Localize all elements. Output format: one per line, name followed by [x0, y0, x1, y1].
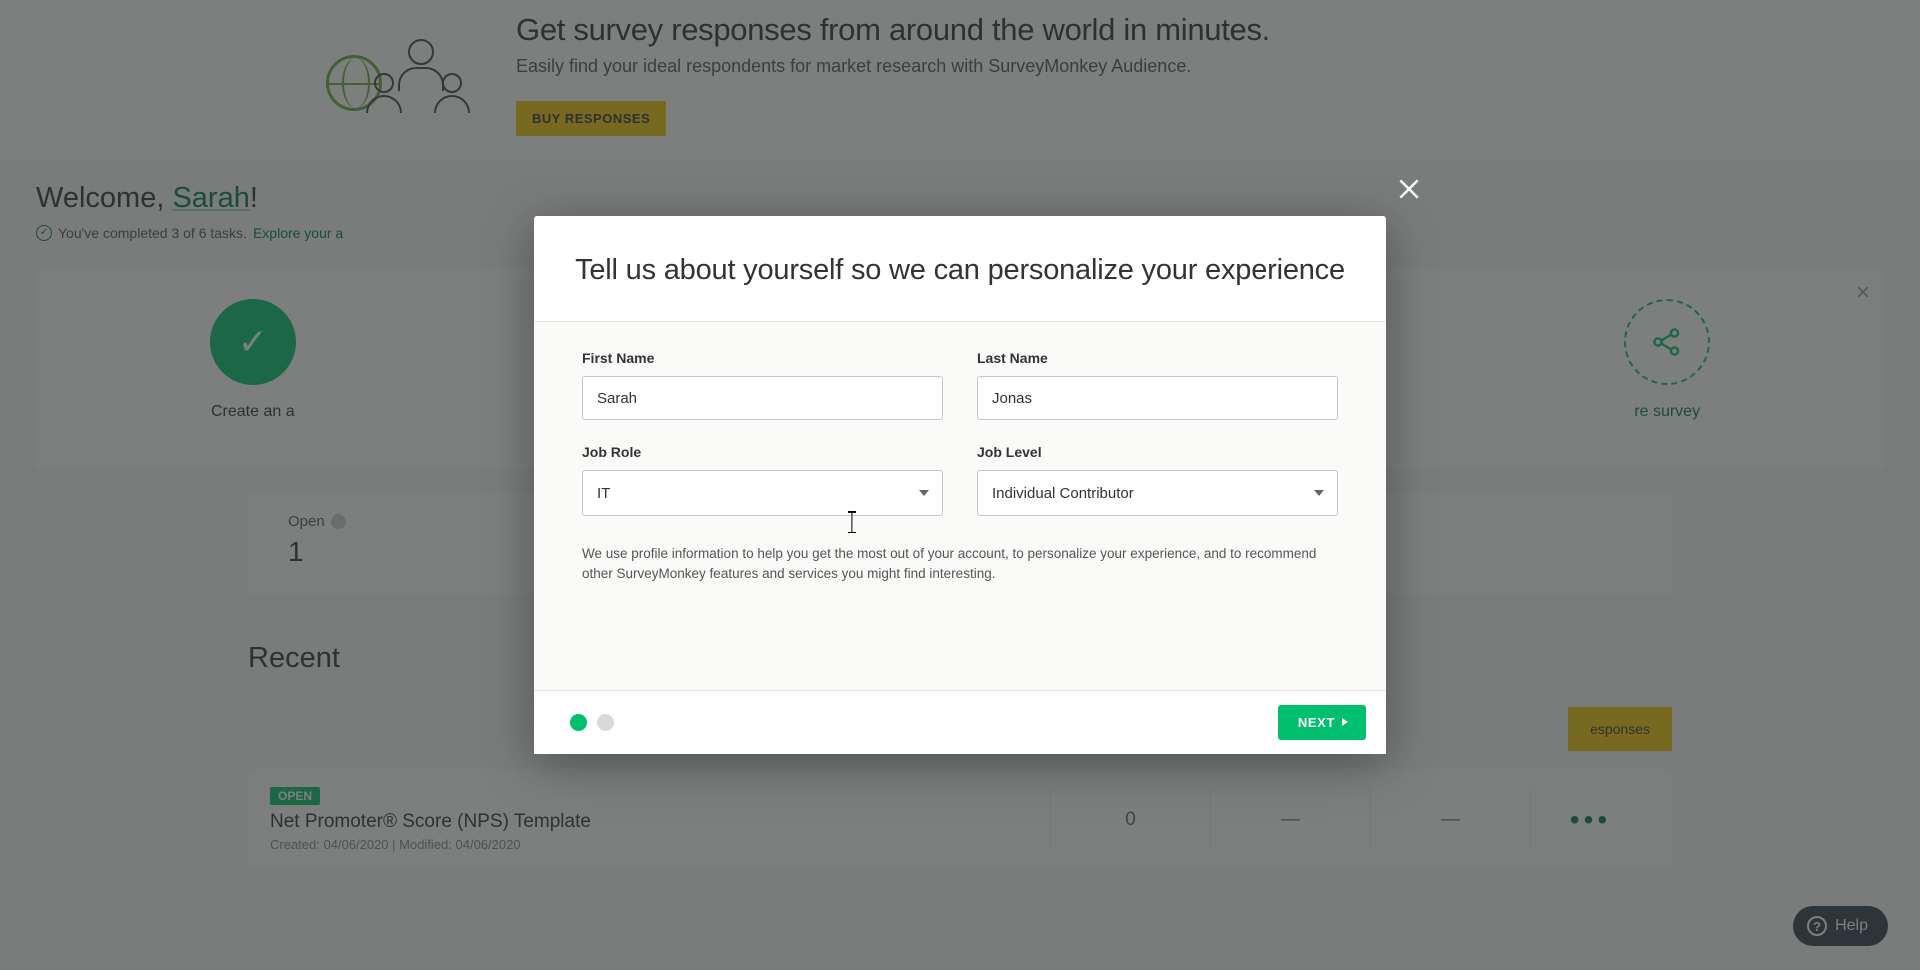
dot-2[interactable] [597, 714, 614, 731]
dialog-close-button[interactable] [1396, 176, 1422, 207]
caret-right-icon [1342, 718, 1348, 726]
personalize-dialog: Tell us about yourself so we can persona… [534, 216, 1386, 753]
dot-1[interactable] [570, 714, 587, 731]
dialog-title: Tell us about yourself so we can persona… [574, 254, 1346, 287]
last-name-label: Last Name [977, 350, 1338, 366]
first-name-input[interactable] [582, 376, 943, 420]
step-dots [570, 714, 614, 731]
job-level-label: Job Level [977, 444, 1338, 460]
job-level-select[interactable]: Individual Contributor [977, 470, 1338, 516]
last-name-input[interactable] [977, 376, 1338, 420]
next-label: NEXT [1298, 715, 1335, 730]
close-icon [1396, 176, 1422, 202]
next-button[interactable]: NEXT [1278, 705, 1366, 740]
modal-overlay[interactable]: Tell us about yourself so we can persona… [0, 0, 1920, 970]
job-role-select[interactable]: IT [582, 470, 943, 516]
first-name-label: First Name [582, 350, 943, 366]
privacy-note: We use profile information to help you g… [582, 544, 1338, 673]
job-role-label: Job Role [582, 444, 943, 460]
